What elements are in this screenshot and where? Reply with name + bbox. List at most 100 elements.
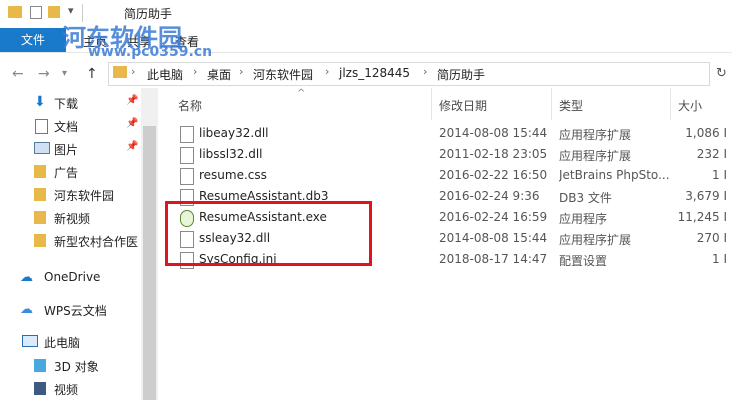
breadcrumb-jlzs[interactable]: jlzs_128445 [339, 66, 410, 80]
nav-item-label: 图片 [54, 143, 79, 157]
folder-icon [34, 188, 46, 201]
file-type: 配置设置 [559, 254, 608, 268]
3d-objects-icon [34, 359, 46, 372]
forward-arrow-icon[interactable]: → [38, 66, 50, 82]
file-row[interactable]: libeay32.dll 2014-08-08 15:44 应用程序扩展 1,0… [158, 124, 732, 145]
tab-file[interactable]: 文件 [0, 28, 66, 52]
nav-item-rural-medical[interactable]: 新型农村合作医 [0, 230, 141, 252]
file-date: 2016-02-22 16:50 [439, 168, 548, 182]
navigation-pane: ⬇ 下载 📌 文档 📌 图片 📌 广告 河东软件园 新视频 新型农村合作医 ☁ … [0, 88, 141, 400]
document-icon [35, 119, 48, 134]
file-type: JetBrains PhpSto... [559, 168, 670, 182]
file-type: 应用程序扩展 [559, 149, 632, 163]
sort-ascending-icon: ^ [297, 88, 306, 99]
folder-icon [34, 211, 46, 224]
breadcrumb-current[interactable]: 简历助手 [437, 66, 485, 83]
column-name[interactable]: 名称 [178, 97, 202, 114]
css-file-icon [180, 168, 194, 185]
nav-item-label: 新型农村合作医 [54, 235, 139, 249]
nav-item-label: 视频 [54, 383, 79, 397]
nav-item-label: 3D 对象 [54, 360, 99, 374]
folder-icon [34, 165, 46, 178]
file-size: 1 I [712, 168, 727, 182]
breadcrumb-hedong[interactable]: 河东软件园 [253, 66, 313, 83]
file-size: 232 I [696, 147, 727, 161]
file-size: 1,086 I [685, 126, 727, 140]
column-divider[interactable] [670, 88, 671, 120]
file-date: 2016-02-24 16:59 [439, 210, 548, 224]
file-row[interactable]: resume.css 2016-02-22 16:50 JetBrains Ph… [158, 166, 732, 187]
nav-item-new-video[interactable]: 新视频 [0, 207, 141, 229]
nav-item-downloads[interactable]: ⬇ 下载 📌 [0, 92, 141, 114]
pin-icon[interactable]: 📌 [126, 118, 138, 129]
column-divider[interactable] [551, 88, 552, 120]
column-date[interactable]: 修改日期 [439, 97, 487, 114]
nav-item-label: 河东软件园 [54, 189, 115, 203]
nav-item-label: 广告 [54, 166, 79, 180]
nav-item-label: 此电脑 [44, 336, 81, 350]
nav-item-wps-cloud[interactable]: ☁ WPS云文档 [0, 299, 141, 321]
qat-dropdown-icon[interactable]: ▾ [68, 4, 82, 17]
breadcrumb-this-pc[interactable]: 此电脑 [147, 66, 183, 83]
file-row[interactable]: libssl32.dll 2011-02-18 23:05 应用程序扩展 232… [158, 145, 732, 166]
nav-item-label: 下载 [54, 97, 79, 111]
folder-icon [8, 6, 22, 18]
cloud-icon: ☁ [20, 270, 33, 285]
file-type: 应用程序 [559, 212, 608, 226]
nav-item-label: OneDrive [44, 270, 101, 284]
pin-icon[interactable]: 📌 [126, 141, 138, 152]
nav-item-pictures[interactable]: 图片 📌 [0, 138, 141, 160]
file-size: 11,245 I [677, 210, 727, 224]
column-header: 名称 修改日期 类型 大小 [158, 88, 732, 120]
nav-item-onedrive[interactable]: ☁ OneDrive [0, 267, 141, 289]
file-date: 2014-08-08 15:44 [439, 231, 548, 245]
nav-item-label: 新视频 [54, 212, 91, 226]
chevron-right-icon[interactable]: › [239, 65, 243, 78]
highlight-box [165, 201, 372, 266]
file-name: resume.css [199, 168, 267, 182]
nav-scrollbar-thumb[interactable] [143, 126, 156, 400]
file-type: 应用程序扩展 [559, 128, 632, 142]
file-type: 应用程序扩展 [559, 233, 632, 247]
address-bar[interactable]: › 此电脑 › 桌面 › 河东软件园 › jlzs_128445 › 简历助手 [108, 62, 710, 86]
video-icon [34, 382, 46, 395]
column-divider[interactable] [431, 88, 432, 120]
column-type[interactable]: 类型 [559, 97, 583, 114]
file-size: 270 I [696, 231, 727, 245]
file-name: libeay32.dll [199, 126, 269, 140]
folder-icon [113, 66, 127, 78]
nav-item-hedong[interactable]: 河东软件园 [0, 184, 141, 206]
dll-icon [180, 147, 194, 164]
nav-item-ads[interactable]: 广告 [0, 161, 141, 183]
chevron-right-icon[interactable]: › [423, 65, 427, 78]
download-icon: ⬇ [34, 94, 46, 110]
nav-item-label: WPS云文档 [44, 304, 107, 318]
recent-locations-icon[interactable]: ▾ [62, 68, 67, 79]
back-arrow-icon[interactable]: ← [12, 66, 24, 82]
file-date: 2014-08-08 15:44 [439, 126, 548, 140]
file-size: 1 I [712, 252, 727, 266]
new-folder-icon[interactable] [48, 6, 60, 18]
up-arrow-icon[interactable]: ↑ [86, 66, 98, 82]
refresh-icon[interactable]: ↻ [716, 66, 727, 81]
file-type: DB3 文件 [559, 191, 612, 205]
dll-icon [180, 126, 194, 143]
file-date: 2018-08-17 14:47 [439, 252, 548, 266]
pin-icon[interactable]: 📌 [126, 95, 138, 106]
nav-item-videos[interactable]: 视频 [0, 378, 141, 400]
chevron-right-icon[interactable]: › [325, 65, 329, 78]
nav-item-label: 文档 [54, 120, 79, 134]
file-name: libssl32.dll [199, 147, 263, 161]
file-date: 2011-02-18 23:05 [439, 147, 548, 161]
nav-item-this-pc[interactable]: 此电脑 [0, 331, 141, 353]
column-size[interactable]: 大小 [678, 97, 702, 114]
chevron-right-icon[interactable]: › [193, 65, 197, 78]
cloud-icon: ☁ [20, 302, 33, 317]
nav-item-documents[interactable]: 文档 📌 [0, 115, 141, 137]
computer-icon [22, 335, 38, 347]
breadcrumb-desktop[interactable]: 桌面 [207, 66, 231, 83]
nav-item-3d-objects[interactable]: 3D 对象 [0, 355, 141, 377]
chevron-right-icon[interactable]: › [131, 65, 135, 78]
properties-icon[interactable] [30, 6, 42, 19]
folder-icon [34, 234, 46, 247]
